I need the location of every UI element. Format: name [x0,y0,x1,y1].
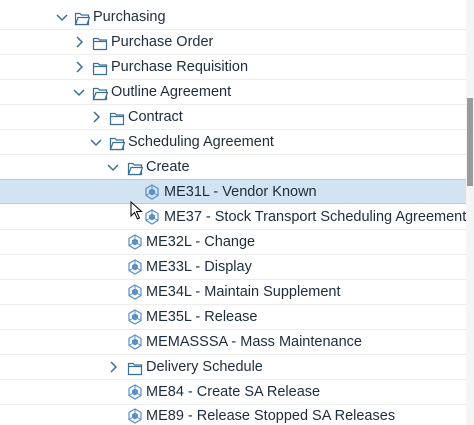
tree-node-label: Delivery Schedule [146,359,263,375]
chevron-right-icon[interactable] [106,355,120,379]
vertical-scrollbar[interactable] [466,0,474,425]
tree-node-label: ME35L - Release [146,309,258,325]
scrollbar-thumb[interactable] [467,98,473,186]
tree-node-label: ME33L - Display [146,259,252,275]
folder-open-icon [92,80,108,104]
folder-open-icon [109,130,125,154]
folder-open-icon [74,5,90,29]
tree-node-delivery-schedule[interactable]: Delivery Schedule [0,355,466,380]
folder-icon [92,30,108,54]
tree-node-me35l[interactable]: ME35L - Release [0,305,466,330]
tree-node-label: ME32L - Change [146,234,256,250]
mouse-cursor-icon [130,200,144,221]
transaction-cube-icon [144,205,160,229]
transaction-cube-icon [127,330,143,354]
tree-node-label: Outline Agreement [111,84,232,100]
chevron-down-icon[interactable] [89,130,103,154]
folder-icon [92,55,108,79]
folder-icon [109,105,125,129]
tree-node-purchasing[interactable]: Purchasing [0,5,466,30]
tree-node-me84[interactable]: ME84 - Create SA Release [0,380,466,405]
tree-node-scheduling-agreement[interactable]: Scheduling Agreement [0,130,466,155]
tree-node-me31l[interactable]: ME31L - Vendor Known [0,179,466,204]
tree-node-label: Create [146,159,190,175]
tree-node-me89[interactable]: ME89 - Release Stopped SA Releases [0,404,466,425]
tree-node-label: Contract [128,109,183,125]
tree-node-memasssa[interactable]: MEMASSSA - Mass Maintenance [0,330,466,355]
chevron-right-icon[interactable] [72,55,86,79]
tree-node-label: Purchase Order [111,34,214,50]
tree-node-label: ME89 - Release Stopped SA Releases [146,408,396,424]
tree-node-label: Scheduling Agreement [128,134,274,150]
transaction-cube-icon [127,255,143,279]
transaction-cube-icon [144,180,160,204]
transaction-cube-icon [127,230,143,254]
chevron-down-icon[interactable] [72,80,86,104]
transaction-cube-icon [127,404,143,425]
tree-node-label: Purchasing [93,9,166,25]
tree-node-me32l[interactable]: ME32L - Change [0,230,466,255]
tree-node-label: MEMASSSA - Mass Maintenance [146,334,362,350]
tree-node-label: ME34L - Maintain Supplement [146,284,341,300]
chevron-down-icon[interactable] [55,5,69,29]
transaction-cube-icon [127,280,143,304]
tree-node-create[interactable]: Create [0,155,466,180]
folder-open-icon [127,155,143,179]
tree-node-label: ME37 - Stock Transport Scheduling Agreem… [164,209,467,225]
tree-node-me33l[interactable]: ME33L - Display [0,255,466,280]
menu-tree: Purchasing Purchase Order Purchase Requi… [0,0,474,425]
tree-node-contract[interactable]: Contract [0,105,466,130]
chevron-right-icon[interactable] [72,30,86,54]
tree-node-label: Purchase Requisition [111,59,249,75]
tree-node-label: ME84 - Create SA Release [146,384,321,400]
tree-node-label: ME31L - Vendor Known [164,184,317,200]
chevron-right-icon[interactable] [89,105,103,129]
tree-node-me37[interactable]: ME37 - Stock Transport Scheduling Agreem… [0,205,466,230]
tree-node-me34l[interactable]: ME34L - Maintain Supplement [0,280,466,305]
transaction-cube-icon [127,305,143,329]
transaction-cube-icon [127,380,143,404]
tree-node-outline-agreement[interactable]: Outline Agreement [0,80,466,105]
tree-node-purchase-order[interactable]: Purchase Order [0,30,466,55]
tree-node-purchase-requisition[interactable]: Purchase Requisition [0,55,466,80]
chevron-down-icon[interactable] [106,155,120,179]
folder-icon [127,355,143,379]
